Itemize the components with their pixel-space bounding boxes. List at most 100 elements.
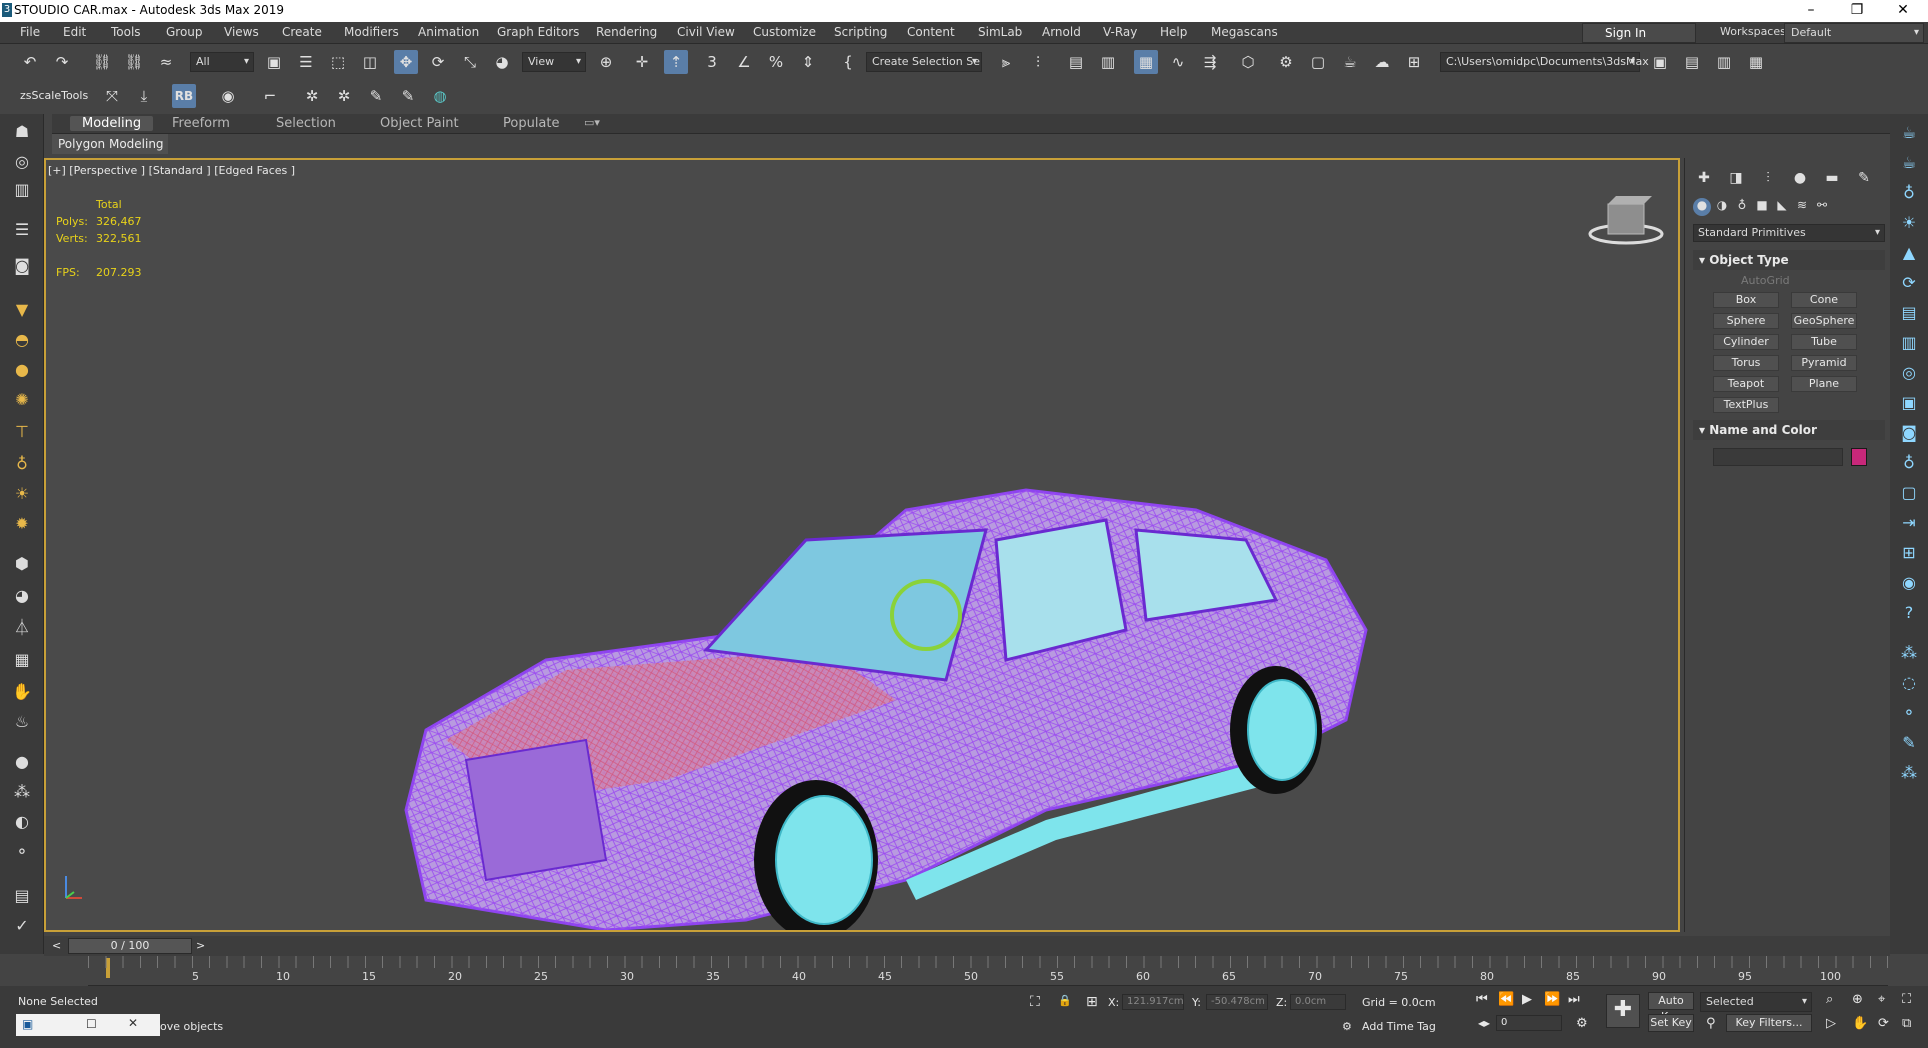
object-color-swatch[interactable] (1851, 448, 1867, 466)
sun-icon[interactable]: ☀ (10, 482, 34, 506)
tab-selection[interactable]: Selection (276, 116, 336, 131)
hierarchy-tab-icon[interactable]: ⫶ (1757, 170, 1779, 190)
sun-tool-icon[interactable]: ☀ (1896, 210, 1922, 236)
download-icon[interactable]: ⤓ (132, 84, 156, 108)
rb-button[interactable]: RB (172, 84, 196, 108)
sign-in-button[interactable]: Sign In (1582, 23, 1696, 43)
render-tool-2-icon[interactable]: ☕ (1896, 150, 1922, 176)
pyramid-button[interactable]: Pyramid (1791, 355, 1857, 371)
bulb-icon[interactable]: ♁ (10, 452, 34, 476)
hemisphere-icon[interactable]: ◓ (10, 328, 34, 352)
maximize-viewport-icon[interactable]: ⧉ (1902, 1016, 1911, 1031)
toolbar-extra-2-icon[interactable]: ▥ (1712, 50, 1736, 74)
project-path-select[interactable]: C:\Users\omidpc\Documents\3dsMax (1440, 52, 1649, 72)
link-icon[interactable]: ⛓ (90, 50, 114, 74)
tab-populate[interactable]: Populate (503, 116, 560, 131)
menu-animation[interactable]: Animation (418, 25, 479, 39)
hand-icon[interactable]: ✋ (10, 680, 34, 704)
tab-object-paint[interactable]: Object Paint (380, 116, 459, 131)
menu-views[interactable]: Views (224, 25, 259, 39)
reference-coord-select[interactable]: View (522, 52, 586, 72)
globe-icon[interactable]: ◍ (428, 84, 452, 108)
cameras-icon[interactable]: ■ (1753, 198, 1771, 216)
menu-edit[interactable]: Edit (63, 25, 86, 39)
set-key-button[interactable]: Set Key (1648, 1014, 1694, 1032)
spotlight-icon[interactable]: ▼ (10, 298, 34, 322)
time-next-button[interactable]: > (196, 939, 205, 952)
unlink-icon[interactable]: ⛓ (122, 50, 146, 74)
close-button[interactable]: ✕ (1880, 0, 1926, 22)
snaps-toggle-icon[interactable]: 3 (700, 50, 724, 74)
pivot-center-icon[interactable]: ⊕ (594, 50, 618, 74)
rendered-frame-icon[interactable]: ▢ (1306, 50, 1330, 74)
maximize-button[interactable]: ❐ (1834, 0, 1880, 22)
eye-tool-icon[interactable]: ◉ (1896, 570, 1922, 596)
tab-freeform[interactable]: Freeform (172, 116, 230, 131)
pan-icon[interactable]: ✋ (1852, 1016, 1868, 1031)
textplus-button[interactable]: TextPlus (1713, 397, 1779, 413)
export-tool-icon[interactable]: ⇥ (1896, 510, 1922, 536)
perspective-viewport[interactable]: [+] [Perspective ] [Standard ] [Edged Fa… (44, 158, 1680, 932)
object-name-input[interactable] (1713, 448, 1843, 466)
selection-filter-select[interactable]: All (190, 52, 254, 72)
listener-restore-icon[interactable]: ☐ (86, 1017, 97, 1031)
menu-modifiers[interactable]: Modifiers (344, 25, 399, 39)
autogrid-checkbox[interactable]: AutoGrid (1741, 274, 1790, 287)
menu-simlab[interactable]: SimLab (978, 25, 1022, 39)
zoom-extents-all-icon[interactable]: ⛶ (1902, 992, 1911, 1007)
list-settings-icon[interactable]: ▤ (10, 884, 34, 908)
car-wireframe-model[interactable] (46, 160, 1678, 930)
window-crossing-icon[interactable]: ◫ (358, 50, 382, 74)
primitive-category-select[interactable]: Standard Primitives (1693, 224, 1885, 242)
ribbon-toggle-icon[interactable]: ▦ (1134, 50, 1158, 74)
particles-icon[interactable]: ⁂ (10, 780, 34, 804)
time-prev-button[interactable]: < (52, 939, 61, 952)
gear-b-icon[interactable]: ✲ (332, 84, 356, 108)
plane-button[interactable]: Plane (1791, 376, 1857, 392)
frame-tool-icon[interactable]: ▢ (1896, 480, 1922, 506)
node-tool-3-icon[interactable]: ⚬ (1896, 700, 1922, 726)
listener-icon[interactable]: ▣ (22, 1017, 33, 1031)
corner-icon[interactable]: ⌐ (258, 84, 282, 108)
object-type-rollout[interactable]: ▾ Object Type (1693, 250, 1885, 270)
named-selection-select[interactable]: Create Selection Se (866, 52, 982, 72)
refresh-tool-icon[interactable]: ⟳ (1896, 270, 1922, 296)
shapes-icon[interactable]: ◑ (1713, 198, 1731, 216)
go-to-end-icon[interactable]: ⏭ (1568, 992, 1580, 1007)
palette-icon[interactable]: ◐ (10, 810, 34, 834)
omni-icon[interactable]: ✺ (10, 388, 34, 412)
select-object-icon[interactable]: ▣ (262, 50, 286, 74)
motion-tab-icon[interactable]: ● (1789, 170, 1811, 190)
vray-icon[interactable]: ✓ (10, 914, 34, 938)
play-icon[interactable]: ▶ (1522, 992, 1532, 1007)
rect-selection-icon[interactable]: ⬚ (326, 50, 350, 74)
zoom-all-icon[interactable]: ⊕ (1852, 992, 1863, 1007)
grid-helper-icon[interactable]: ▦ (10, 648, 34, 672)
light-tool-icon[interactable]: ♁ (1896, 180, 1922, 206)
node-tool-1-icon[interactable]: ⁂ (1896, 640, 1922, 666)
project-folder-icon[interactable]: ▣ (1648, 50, 1672, 74)
select-manipulate-icon[interactable]: ✛ (630, 50, 654, 74)
render-tool-1-icon[interactable]: ☕ (1896, 120, 1922, 146)
polygon-modeling-panel[interactable]: Polygon Modeling (52, 134, 168, 154)
spheres-icon[interactable]: ⚬ (10, 840, 34, 864)
collapse-icon[interactable]: ⤧ (100, 84, 124, 108)
fire-icon[interactable]: ♨ (10, 710, 34, 734)
z-coord-input[interactable]: 0.0cm (1290, 994, 1346, 1010)
sphere-map-icon[interactable]: ◕ (10, 584, 34, 608)
name-and-color-rollout[interactable]: ▾ Name and Color (1693, 420, 1885, 440)
key-mode-select[interactable]: Selected (1700, 992, 1812, 1012)
render-online-icon[interactable]: ☁ (1370, 50, 1394, 74)
x-coord-input[interactable]: 121.917cm (1122, 994, 1184, 1010)
sky-icon[interactable]: ✹ (10, 512, 34, 536)
menu-scripting[interactable]: Scripting (834, 25, 887, 39)
menu-graph-editors[interactable]: Graph Editors (497, 25, 579, 39)
menu-group[interactable]: Group (166, 25, 203, 39)
menu-arnold[interactable]: Arnold (1042, 25, 1081, 39)
curve-editor-icon[interactable]: ∿ (1166, 50, 1190, 74)
cone-tool-icon[interactable]: ▲ (1896, 240, 1922, 266)
systems-icon[interactable]: ⚯ (1813, 198, 1831, 216)
key-filters-button[interactable]: Key Filters... (1726, 1014, 1812, 1032)
image-tool-icon[interactable]: ▣ (1896, 390, 1922, 416)
angle-snap-icon[interactable]: ∠ (732, 50, 756, 74)
